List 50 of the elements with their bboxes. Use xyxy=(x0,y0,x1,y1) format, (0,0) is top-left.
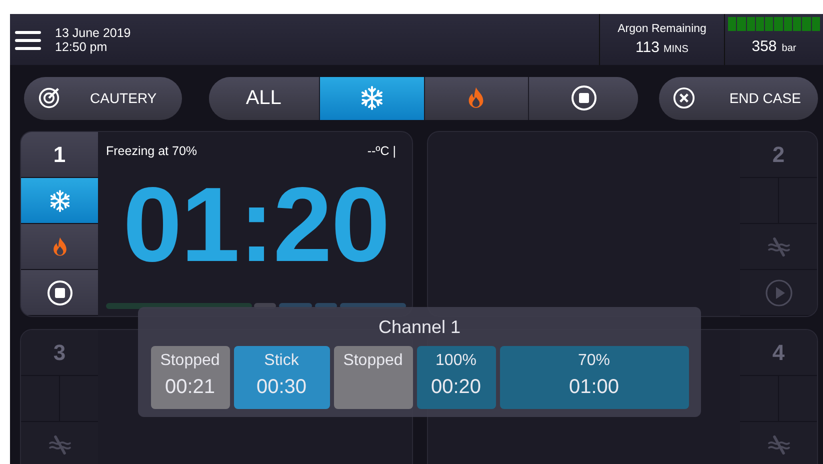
step-time: 00:30 xyxy=(256,376,307,399)
cautery-icon xyxy=(38,87,60,109)
program-step[interactable]: 70% 01:00 xyxy=(500,346,688,409)
program-step[interactable]: 100% 00:20 xyxy=(416,346,496,409)
stop-icon xyxy=(570,85,597,111)
flame-icon xyxy=(52,236,68,258)
freeze-tab[interactable] xyxy=(320,76,424,120)
step-label: Stopped xyxy=(160,352,220,370)
status-text: Freezing at 70% xyxy=(106,144,198,158)
cautery-button[interactable]: CAUTERY xyxy=(24,76,182,120)
airflow-icon xyxy=(48,434,72,454)
time-text: 12:50 pm xyxy=(55,40,108,54)
temperature-text: --ºC | xyxy=(367,144,396,158)
argon-value: 113 xyxy=(636,39,660,56)
program-step[interactable]: Stopped xyxy=(334,346,412,409)
stop-icon xyxy=(46,280,72,306)
end-case-button[interactable]: END CASE xyxy=(659,76,818,120)
channel-number: 4 xyxy=(740,330,817,376)
flame-icon xyxy=(467,86,486,110)
all-tab[interactable]: ALL xyxy=(208,76,320,120)
argon-label: Argon Remaining xyxy=(618,23,706,35)
step-label: Stopped xyxy=(343,352,403,370)
step-time: 00:20 xyxy=(430,376,482,399)
pressure-unit: bar xyxy=(782,43,796,54)
thaw-button[interactable] xyxy=(21,224,98,270)
close-icon xyxy=(673,87,696,109)
program-step[interactable]: Stopped 00:21 xyxy=(150,346,230,409)
timer-text: 01:20 xyxy=(122,172,390,278)
channel-number: 1 xyxy=(21,132,98,178)
program-step[interactable]: Stick 00:30 xyxy=(234,346,330,409)
pressure-value: 358 xyxy=(752,38,777,55)
step-label: Stick xyxy=(264,352,299,370)
airflow-icon xyxy=(766,434,790,454)
thaw-tab[interactable] xyxy=(424,76,530,120)
step-time: 01:00 xyxy=(568,376,620,399)
stop-tab[interactable] xyxy=(529,76,638,120)
snowflake-icon xyxy=(48,190,70,212)
argon-unit: MINS xyxy=(663,44,688,55)
date-text: 13 June 2019 xyxy=(55,26,131,40)
step-label: 70% xyxy=(578,352,610,370)
stop-button[interactable] xyxy=(21,270,98,316)
step-label: 100% xyxy=(436,352,476,370)
menu-icon[interactable] xyxy=(15,30,41,50)
popup-title: Channel 1 xyxy=(378,317,461,338)
step-time: 00:21 xyxy=(164,376,216,399)
airflow-icon xyxy=(766,236,790,256)
channel-number: 2 xyxy=(740,132,817,178)
freeze-button[interactable] xyxy=(21,178,98,224)
snowflake-icon xyxy=(360,86,384,110)
channel-number: 3 xyxy=(21,330,98,376)
